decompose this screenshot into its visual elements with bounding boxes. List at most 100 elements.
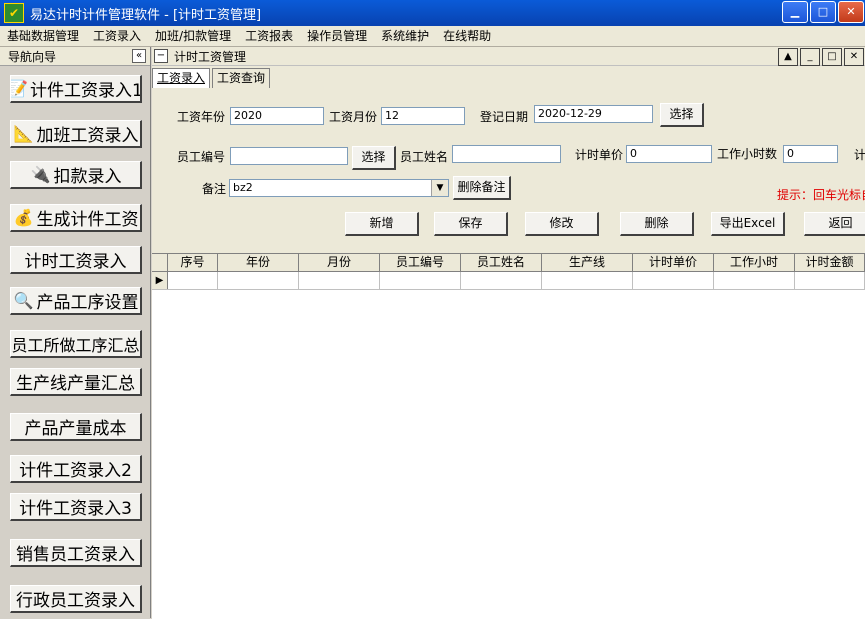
grid-header: 序号 年份 月份 员工编号 员工姓名 生产线 计时单价 工作小时 计时金额 [152,254,865,272]
emp-name-input[interactable] [452,145,561,163]
collapse-icon[interactable]: « [132,49,146,63]
nav-piece-wage-entry-1[interactable]: 📝 计件工资录入1 [10,75,142,103]
hours-label: 工作小时数 [717,147,778,161]
nav-item-label: 扣款录入 [53,167,122,187]
col-header-unit-price[interactable]: 计时单价 [633,254,714,271]
menu-wage-report[interactable]: 工资报表 [238,26,300,46]
back-button[interactable]: 返回 [804,212,865,236]
delete-button[interactable]: 删除 [620,212,694,236]
tab-wage-entry[interactable]: 工资录入 [152,68,211,88]
navigation-panel: 导航向导 « 📝 计件工资录入1 📐 加班工资录入 🔌 扣款录入 💰 生成计件工… [0,47,151,618]
remark-value: bz2 [233,181,253,194]
nav-item-label: 计件工资录入1 [30,81,142,101]
close-button[interactable]: ✕ [838,1,864,23]
title-bar: ✔ 易达计时计件管理软件 - [计时工资管理] ▁ □ ✕ [0,0,865,26]
col-header-emp-name[interactable]: 员工姓名 [461,254,542,271]
window-menu-icon[interactable]: − [154,49,168,63]
child-maximize-button[interactable]: □ [822,48,842,66]
col-header-line[interactable]: 生产线 [542,254,633,271]
remark-select[interactable]: bz2 ▼ [229,179,449,197]
delete-remark-button[interactable]: 删除备注 [453,176,511,200]
month-label: 工资月份 [329,110,378,124]
dropdown-arrow-icon[interactable]: ▼ [431,180,448,196]
nav-deduction-entry[interactable]: 🔌 扣款录入 [10,161,142,189]
edit-button[interactable]: 修改 [525,212,599,236]
tab-wage-query[interactable]: 工资查询 [212,68,271,88]
nav-item-label: 计时工资录入 [24,252,127,272]
save-button[interactable]: 保存 [434,212,508,236]
nav-piece-wage-entry-3[interactable]: 计件工资录入3 [10,493,142,521]
table-cell[interactable] [299,272,380,289]
child-title: 计时工资管理 [174,49,247,64]
year-input[interactable]: 2020 [230,107,324,125]
nav-item-label: 计件工资录入3 [19,499,132,519]
window-title: 易达计时计件管理软件 - [计时工资管理] [30,7,262,23]
nav-item-label: 计件工资录入2 [19,461,132,481]
table-cell[interactable] [795,272,865,289]
nav-item-label: 加班工资录入 [36,126,139,146]
emp-no-input[interactable] [230,147,348,165]
menu-bar: 基础数据管理 工资录入 加班/扣款管理 工资报表 操作员管理 系统维护 在线帮助 [0,26,865,47]
amount-label-truncated: 计 [854,148,865,162]
nav-overtime-wage-entry[interactable]: 📐 加班工资录入 [10,120,142,148]
col-header-month[interactable]: 月份 [299,254,380,271]
nav-item-label: 行政员工资录入 [16,591,135,611]
unit-price-label: 计时单价 [575,148,624,162]
nav-line-output-summary[interactable]: 生产线产量汇总 [10,368,142,396]
col-header-amount[interactable]: 计时金额 [795,254,865,271]
nav-generate-piece-wage[interactable]: 💰 生成计件工资 [10,204,142,232]
nav-hourly-wage-entry[interactable]: 计时工资录入 [10,246,142,274]
unit-price-input[interactable]: 0 [626,145,712,163]
nav-piece-wage-entry-2[interactable]: 计件工资录入2 [10,455,142,483]
menu-operator-management[interactable]: 操作员管理 [300,26,374,46]
menu-online-help[interactable]: 在线帮助 [436,26,498,46]
menu-basic-data[interactable]: 基础数据管理 [0,26,86,46]
remark-label: 备注 [202,182,227,196]
wage-grid[interactable]: 序号 年份 月份 员工编号 员工姓名 生产线 计时单价 工作小时 计时金额 ▶ [152,253,865,619]
emp-name-label: 员工姓名 [400,150,449,164]
row-indicator-icon: ▶ [152,272,168,289]
month-input[interactable]: 12 [381,107,465,125]
plug-icon: 🔌 [30,164,51,184]
col-header-year[interactable]: 年份 [218,254,299,271]
nav-header-title: 导航向导 [8,49,57,64]
emp-select-button[interactable]: 选择 [352,146,396,170]
grid-corner [152,254,168,271]
table-cell[interactable] [461,272,542,289]
hourly-wage-window: − 计时工资管理 ▲ _ □ ✕ 工资录入 工资查询 工资年份 2020 工资月… [152,47,865,619]
table-cell[interactable] [380,272,461,289]
date-select-button[interactable]: 选择 [660,103,704,127]
add-button[interactable]: 新增 [345,212,419,236]
nav-item-label: 产品工序设置 [36,293,139,313]
table-row[interactable]: ▶ [152,272,865,290]
nav-item-label: 产品产量成本 [24,419,127,439]
table-cell[interactable] [633,272,714,289]
year-label: 工资年份 [177,110,226,124]
nav-item-label: 生成计件工资 [36,210,139,230]
nav-sales-wage-entry[interactable]: 销售员工资录入 [10,539,142,567]
minimize-button[interactable]: ▁ [782,1,808,23]
nav-product-output-cost[interactable]: 产品产量成本 [10,413,142,441]
hours-input[interactable]: 0 [783,145,838,163]
export-excel-button[interactable]: 导出Excel [711,212,785,236]
table-cell[interactable] [542,272,633,289]
menu-overtime-deduction[interactable]: 加班/扣款管理 [148,26,238,46]
table-cell[interactable] [168,272,218,289]
nav-item-label: 销售员工资录入 [16,545,135,565]
nav-admin-wage-entry[interactable]: 行政员工资录入 [10,585,142,613]
maximize-button[interactable]: □ [810,1,836,23]
restore-up-button[interactable]: ▲ [778,48,798,66]
table-cell[interactable] [218,272,299,289]
table-cell[interactable] [714,272,795,289]
menu-system-maintenance[interactable]: 系统维护 [374,26,436,46]
child-minimize-button[interactable]: _ [800,48,820,66]
nav-employee-process-summary[interactable]: 员工所做工序汇总 [10,330,142,358]
nav-product-process-setup[interactable]: 🔍 产品工序设置 [10,287,142,315]
date-input[interactable]: 2020-12-29 [534,105,653,123]
col-header-seq[interactable]: 序号 [168,254,218,271]
col-header-hours[interactable]: 工作小时 [714,254,795,271]
notepad-icon: 📝 [10,78,29,98]
child-close-button[interactable]: ✕ [844,48,864,66]
menu-wage-entry[interactable]: 工资录入 [86,26,148,46]
col-header-emp-no[interactable]: 员工编号 [380,254,461,271]
